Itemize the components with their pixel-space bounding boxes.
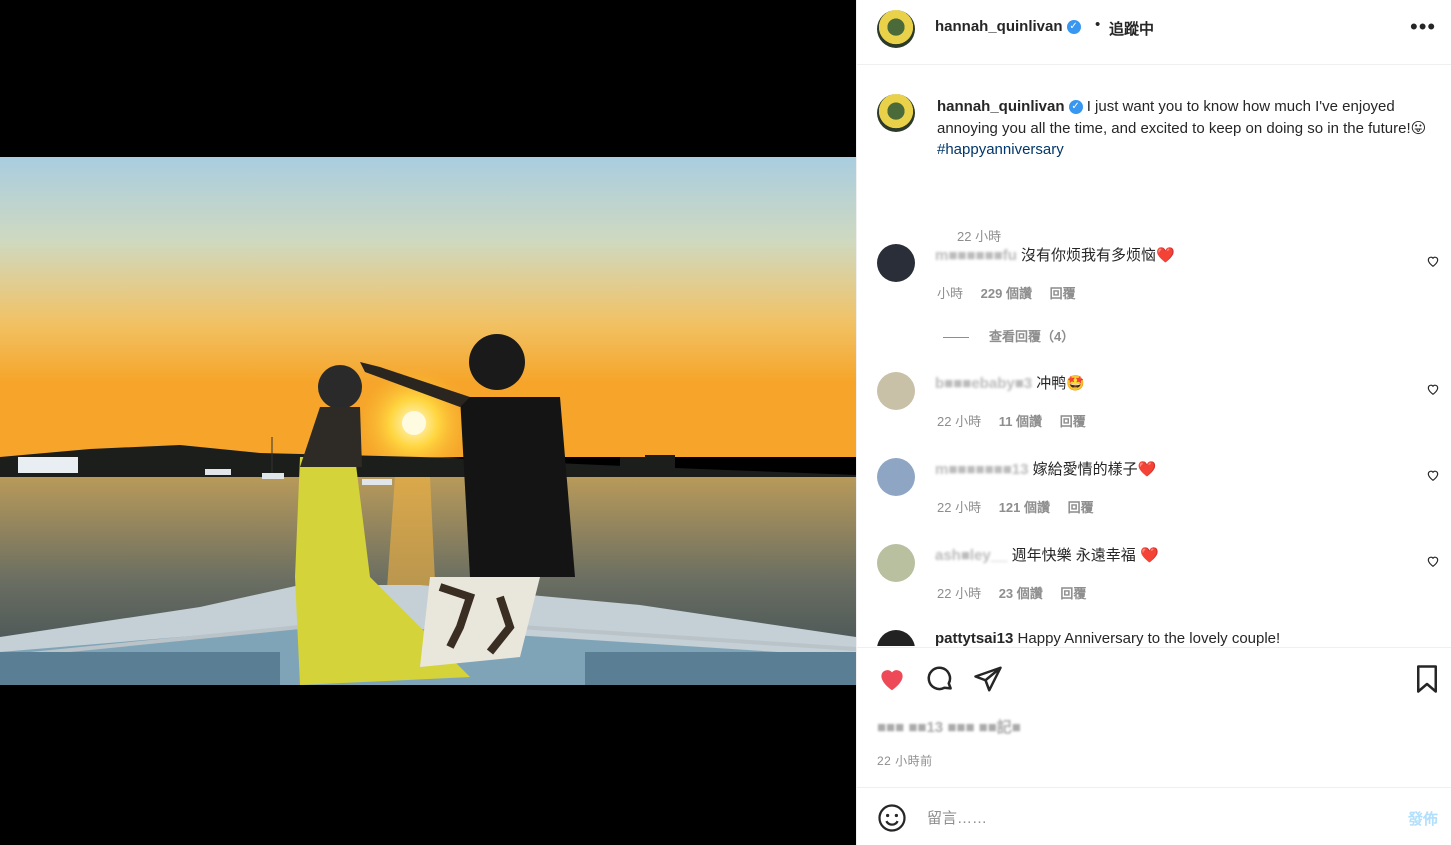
comment-body: 冲鸭🤩 xyxy=(1036,375,1085,392)
verified-icon: ✓ xyxy=(1068,100,1083,115)
author-avatar[interactable] xyxy=(877,10,915,48)
liked-by-line[interactable]: ■■■ ■■13 ■■■ ■■記■ xyxy=(877,716,1021,737)
add-comment-bar: 發佈 xyxy=(857,787,1451,845)
commenter-username[interactable]: b■■■ebaby■3 xyxy=(935,375,1032,392)
commenter-username[interactable]: m■■■■■■■13 xyxy=(935,461,1028,478)
caption-time: 22 小時 xyxy=(957,229,1002,244)
caption-username[interactable]: hannah_quinlivan xyxy=(937,98,1065,115)
commenter-avatar[interactable] xyxy=(877,372,915,410)
comment-text: ash■ley__ 週年快樂 永遠幸福 ❤️ xyxy=(935,544,1159,565)
comment-item: ash■ley__ 週年快樂 永遠幸福 ❤️ 22 小時 23 個讚 回覆 xyxy=(877,544,1442,614)
comments-list[interactable]: hannah_quinlivan ✓ I just want you to kno… xyxy=(857,66,1451,646)
post-time-ago: 22 小時前 xyxy=(877,754,933,768)
comment-like-icon[interactable] xyxy=(1426,468,1440,482)
post-viewer: hannah_quinlivan ✓ • 追蹤中 ••• hannah_quinl… xyxy=(0,0,1451,845)
comment-item: m■■■■■■fu 沒有你烦我有多烦恼❤️ 小時 229 個讚 回覆 xyxy=(877,244,1442,314)
comment-like-icon[interactable] xyxy=(1426,254,1440,268)
save-bookmark-icon[interactable] xyxy=(1412,664,1442,694)
caption-text: hannah_quinlivan ✓ I just want you to kno… xyxy=(937,96,1437,161)
comment-body: Happy Anniversary to the lovely couple! xyxy=(1017,630,1281,646)
caption-avatar[interactable] xyxy=(877,94,915,132)
more-options-icon[interactable]: ••• xyxy=(1410,14,1436,40)
comment-like-icon[interactable] xyxy=(1426,382,1440,396)
post-header: hannah_quinlivan ✓ • 追蹤中 ••• xyxy=(857,0,1451,65)
comment-meta: 22 小時 121 個讚 回覆 xyxy=(937,497,1108,516)
comment-input[interactable] xyxy=(925,804,1389,832)
emoji-smiley-icon[interactable] xyxy=(877,803,907,833)
comment-bubble-icon[interactable] xyxy=(925,664,955,694)
comment-text: m■■■■■■fu 沒有你烦我有多烦恼❤️ xyxy=(935,244,1175,265)
commenter-avatar[interactable] xyxy=(877,458,915,496)
verified-icon: ✓ xyxy=(1066,20,1081,35)
comment-body: 嫁給愛情的樣子❤️ xyxy=(1032,461,1157,478)
post-photo[interactable] xyxy=(0,157,856,685)
comment-like-icon[interactable] xyxy=(1426,554,1440,568)
following-button[interactable]: 追蹤中 xyxy=(1109,18,1154,39)
comment-meta: 22 小時 23 個讚 回覆 xyxy=(937,583,1100,602)
reply-button[interactable]: 回覆 xyxy=(1060,586,1086,601)
comment-likes[interactable]: 229 個讚 xyxy=(981,286,1032,301)
reply-button[interactable]: 回覆 xyxy=(1060,414,1086,429)
reply-button[interactable]: 回覆 xyxy=(1068,500,1094,515)
commenter-username[interactable]: pattytsai13 xyxy=(935,630,1013,646)
comment-time: 22 小時 xyxy=(937,586,982,601)
comment-time: 22 小時 xyxy=(937,500,982,515)
like-heart-icon[interactable] xyxy=(877,664,907,694)
comment-body: 週年快樂 永遠幸福 ❤️ xyxy=(1011,547,1159,564)
commenter-avatar[interactable] xyxy=(877,244,915,282)
comment-likes[interactable]: 121 個讚 xyxy=(999,500,1050,515)
comment-time: 22 小時 xyxy=(937,414,982,429)
comment-item: b■■■ebaby■3 冲鸭🤩 22 小時 11 個讚 回覆 xyxy=(877,372,1442,442)
comment-body: 沒有你烦我有多烦恼❤️ xyxy=(1021,247,1175,264)
post-actions: ■■■ ■■13 ■■■ ■■記■ 22 小時前 xyxy=(857,647,1451,787)
comment-likes[interactable]: 23 個讚 xyxy=(999,586,1043,601)
commenter-avatar[interactable] xyxy=(877,630,915,646)
sunset-boat-photo xyxy=(0,157,856,685)
commenter-username[interactable]: ash■ley__ xyxy=(935,547,1007,564)
photo-pane xyxy=(0,0,856,845)
view-replies-button[interactable]: 查看回覆（4） xyxy=(943,326,1074,345)
post-side-panel: hannah_quinlivan ✓ • 追蹤中 ••• hannah_quinl… xyxy=(856,0,1451,845)
comment-likes[interactable]: 11 個讚 xyxy=(999,414,1042,429)
hashtag-link[interactable]: #happyanniversary xyxy=(937,141,1064,158)
comment-text: pattytsai13 Happy Anniversary to the lov… xyxy=(935,630,1280,646)
comment-item: m■■■■■■■13 嫁給愛情的樣子❤️ 22 小時 121 個讚 回覆 xyxy=(877,458,1442,528)
comment-text: b■■■ebaby■3 冲鸭🤩 xyxy=(935,372,1085,393)
author-username[interactable]: hannah_quinlivan ✓ xyxy=(935,18,1081,35)
comment-meta: 小時 229 個讚 回覆 xyxy=(937,283,1090,302)
commenter-avatar[interactable] xyxy=(877,544,915,582)
username-text[interactable]: hannah_quinlivan xyxy=(935,18,1063,35)
commenter-username[interactable]: m■■■■■■fu xyxy=(935,247,1017,264)
post-button[interactable]: 發佈 xyxy=(1408,808,1438,829)
reply-button[interactable]: 回覆 xyxy=(1050,286,1076,301)
comment-item: pattytsai13 Happy Anniversary to the lov… xyxy=(877,630,1442,646)
comment-time: 小時 xyxy=(937,286,964,301)
header-separator: • xyxy=(1095,16,1101,33)
comment-meta: 22 小時 11 個讚 回覆 xyxy=(937,411,1100,430)
share-paper-plane-icon[interactable] xyxy=(973,664,1003,694)
comment-text: m■■■■■■■13 嫁給愛情的樣子❤️ xyxy=(935,458,1156,479)
